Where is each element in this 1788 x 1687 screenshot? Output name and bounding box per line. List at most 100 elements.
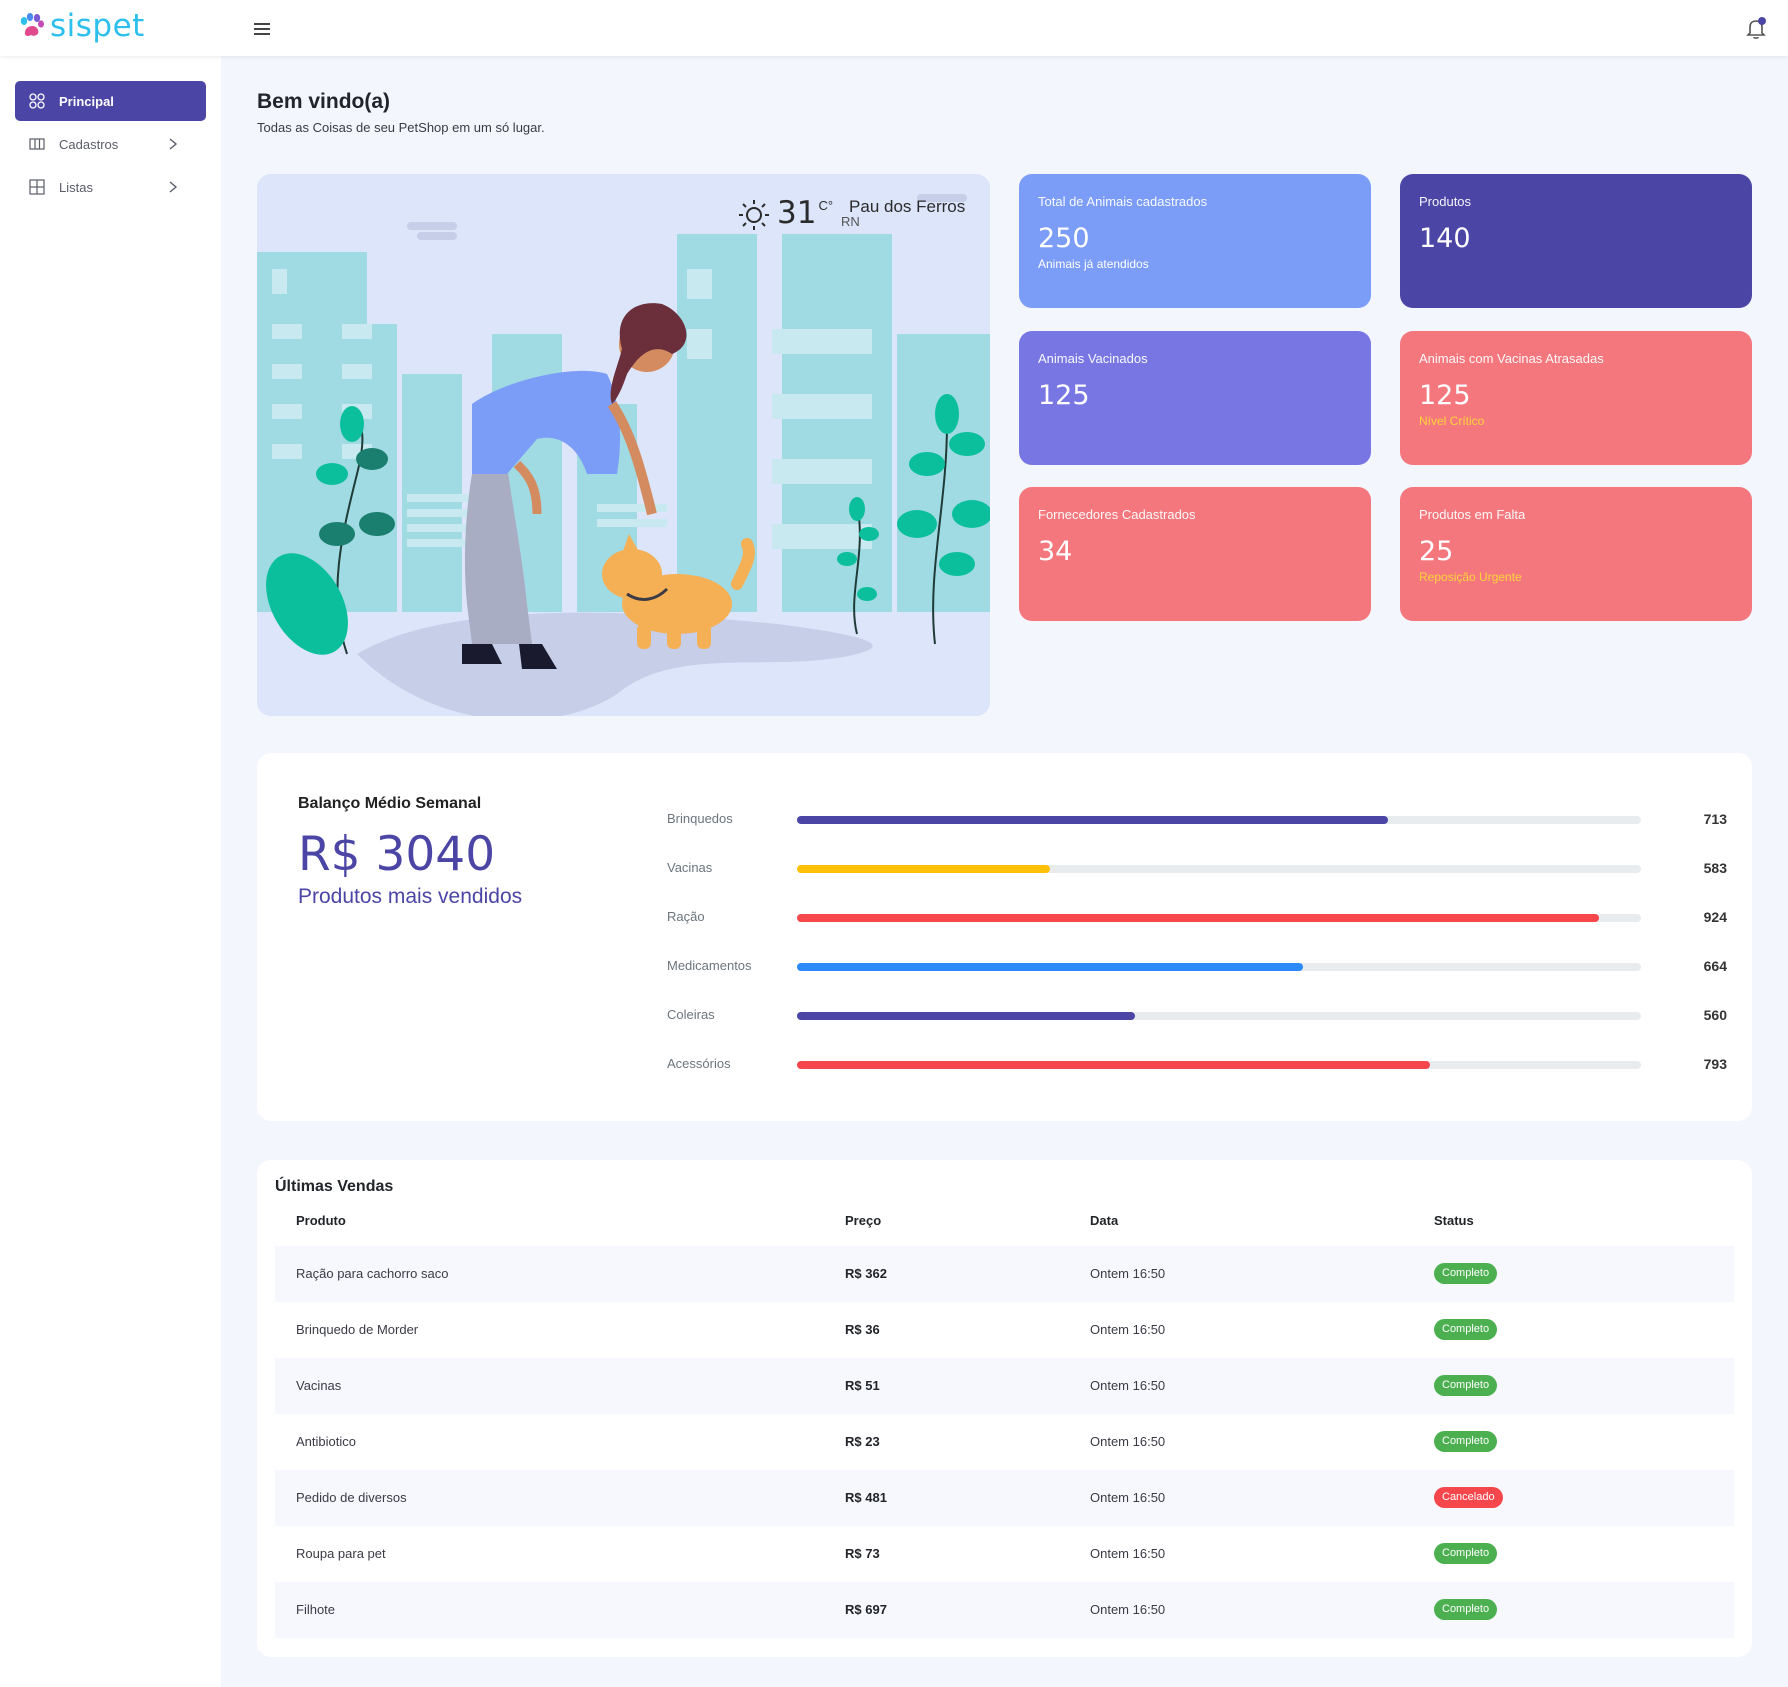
bar-row: Brinquedos 713 <box>667 809 1727 829</box>
sidebar-item-principal[interactable]: Principal <box>15 81 206 121</box>
sidebar-item-label: Listas <box>59 179 93 195</box>
petshop-illustration <box>257 174 990 716</box>
stat-value: 250 <box>1038 223 1090 254</box>
bar-label: Acessórios <box>667 1056 731 1071</box>
bar-row: Acessórios 793 <box>667 1054 1727 1074</box>
bell-icon <box>1746 17 1766 39</box>
stat-label: Animais Vacinados <box>1038 351 1148 366</box>
temperature-value: 31 <box>777 195 817 231</box>
weekly-balance-card: Balanço Médio Semanal R$ 3040 Produtos m… <box>257 753 1752 1121</box>
cell-date: Ontem 16:50 <box>1090 1490 1166 1505</box>
status-badge: Completo <box>1434 1263 1498 1284</box>
progress-fill <box>797 1012 1135 1020</box>
sidebar-item-cadastros[interactable]: Cadastros <box>15 124 206 164</box>
table-row[interactable]: Brinquedo de Morder R$ 36 Ontem 16:50 Co… <box>275 1302 1734 1358</box>
status-badge: Completo <box>1434 1319 1498 1340</box>
table-icon <box>29 179 45 195</box>
table-row[interactable]: Vacinas R$ 51 Ontem 16:50 Completo <box>275 1358 1734 1414</box>
cell-price: R$ 73 <box>845 1546 880 1561</box>
table-row[interactable]: Filhote R$ 697 Ontem 16:50 Completo <box>275 1582 1734 1638</box>
stat-sub: Reposição Urgente <box>1419 570 1522 584</box>
bar-label: Ração <box>667 909 705 924</box>
weather-city: Pau dos Ferros <box>849 197 966 216</box>
status-badge: Completo <box>1434 1431 1498 1452</box>
status-badge: Completo <box>1434 1599 1498 1620</box>
cell-price: R$ 51 <box>845 1378 880 1393</box>
stat-value: 125 <box>1038 380 1090 411</box>
bar-value: 560 <box>1703 1007 1727 1023</box>
bar-row: Vacinas 583 <box>667 858 1727 878</box>
stat-value: 25 <box>1419 536 1454 567</box>
paw-icon <box>20 13 44 36</box>
status-badge: Cancelado <box>1434 1487 1503 1508</box>
bar-label: Coleiras <box>667 1007 715 1022</box>
bar-value: 664 <box>1703 958 1727 974</box>
sales-title: Últimas Vendas <box>275 1178 394 1195</box>
cell-date: Ontem 16:50 <box>1090 1378 1166 1393</box>
cell-date: Ontem 16:50 <box>1090 1266 1166 1281</box>
column-header-price: Preço <box>845 1213 882 1228</box>
table-row[interactable]: Ração para cachorro saco R$ 362 Ontem 16… <box>275 1246 1734 1302</box>
bar-label: Medicamentos <box>667 958 752 973</box>
sidebar-item-listas[interactable]: Listas <box>15 167 206 207</box>
table-row[interactable]: Pedido de diversos R$ 481 Ontem 16:50 Ca… <box>275 1470 1734 1526</box>
hero-illustration <box>257 174 990 716</box>
bar-row: Medicamentos 664 <box>667 956 1727 976</box>
recent-sales-card: Últimas Vendas Produto Preço Data Status… <box>257 1160 1752 1657</box>
temperature-unit: C° <box>818 198 834 213</box>
cell-product: Brinquedo de Morder <box>296 1322 419 1337</box>
table-row[interactable]: Antibiotico R$ 23 Ontem 16:50 Completo <box>275 1414 1734 1470</box>
bar-value: 793 <box>1703 1056 1727 1072</box>
progress-fill <box>797 914 1599 922</box>
stat-card-animais[interactable]: Total de Animais cadastrados 250 Animais… <box>1019 174 1371 308</box>
app-name: sispet <box>50 8 145 44</box>
cell-price: R$ 697 <box>845 1602 887 1617</box>
stat-value: 140 <box>1419 223 1471 254</box>
stat-card-produtos-falta[interactable]: Produtos em Falta 25 Reposição Urgente <box>1400 487 1752 621</box>
stat-card-fornecedores[interactable]: Fornecedores Cadastrados 34 <box>1019 487 1371 621</box>
stat-card-produtos[interactable]: Produtos 140 <box>1400 174 1752 308</box>
cell-price: R$ 23 <box>845 1434 880 1449</box>
cell-product: Antibiotico <box>296 1434 356 1449</box>
sidebar: Principal Cadastros Listas <box>0 56 221 1687</box>
page-subtitle: Todas as Coisas de seu PetShop em um só … <box>257 120 545 135</box>
bar-row: Ração 924 <box>667 907 1727 927</box>
progress-track <box>797 1061 1641 1069</box>
bar-label: Vacinas <box>667 860 713 875</box>
cell-product: Filhote <box>296 1602 336 1617</box>
stat-card-vacinados[interactable]: Animais Vacinados 125 <box>1019 331 1371 465</box>
balance-subtitle: Produtos mais vendidos <box>298 885 523 908</box>
notifications-button[interactable] <box>1744 16 1768 42</box>
table-row[interactable]: Roupa para pet R$ 73 Ontem 16:50 Complet… <box>275 1526 1734 1582</box>
stat-card-vacinas-atrasadas[interactable]: Animais com Vacinas Atrasadas 125 Nível … <box>1400 331 1752 465</box>
stat-label: Fornecedores Cadastrados <box>1038 507 1196 522</box>
cell-price: R$ 36 <box>845 1322 880 1337</box>
cell-date: Ontem 16:50 <box>1090 1434 1166 1449</box>
progress-track <box>797 914 1641 922</box>
sidebar-item-label: Cadastros <box>59 136 119 152</box>
progress-fill <box>797 816 1388 824</box>
bar-row: Coleiras 560 <box>667 1005 1727 1025</box>
bar-value: 583 <box>1703 860 1727 876</box>
progress-track <box>797 816 1641 824</box>
stat-label: Produtos em Falta <box>1419 507 1526 522</box>
stat-label: Animais com Vacinas Atrasadas <box>1419 351 1604 366</box>
grid-icon <box>29 93 45 109</box>
cell-product: Pedido de diversos <box>296 1490 407 1505</box>
stat-value: 34 <box>1038 536 1073 567</box>
cell-product: Ração para cachorro saco <box>296 1266 449 1281</box>
page-title: Bem vindo(a) <box>257 90 391 113</box>
progress-track <box>797 1012 1641 1020</box>
menu-toggle-button[interactable] <box>254 19 278 39</box>
balance-value: R$ 3040 <box>298 827 496 882</box>
stat-sub: Animais já atendidos <box>1038 257 1149 271</box>
cell-date: Ontem 16:50 <box>1090 1322 1166 1337</box>
cell-product: Vacinas <box>296 1378 342 1393</box>
logo[interactable]: sispet <box>18 8 145 44</box>
chevron-right-icon <box>169 138 178 150</box>
columns-icon <box>29 138 45 150</box>
cell-price: R$ 481 <box>845 1490 887 1505</box>
progress-fill <box>797 865 1051 873</box>
stat-label: Produtos <box>1419 194 1472 209</box>
progress-track <box>797 865 1641 873</box>
